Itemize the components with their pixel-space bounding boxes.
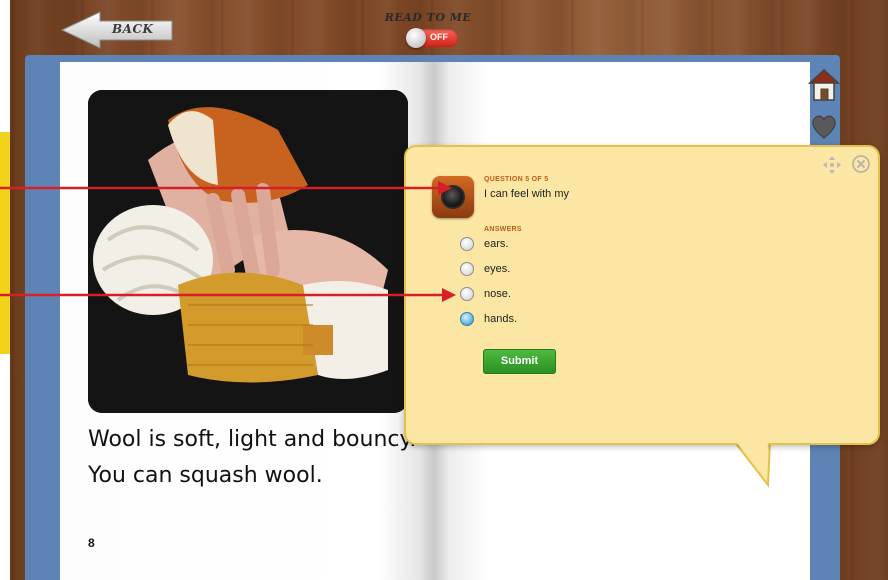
camera-icon bbox=[432, 176, 474, 218]
submit-button[interactable]: Submit bbox=[483, 349, 556, 374]
answer-label: ears. bbox=[484, 238, 509, 250]
answer-radio[interactable] bbox=[460, 262, 474, 276]
close-icon bbox=[852, 155, 870, 173]
answers-heading: ANSWERS bbox=[484, 226, 522, 233]
popup-pointer-fill bbox=[736, 441, 768, 480]
answer-radio-selected[interactable] bbox=[460, 312, 474, 326]
question-counter: QUESTION 5 OF 5 bbox=[484, 176, 549, 183]
answer-radio[interactable] bbox=[460, 237, 474, 251]
question-text: I can feel with my bbox=[484, 188, 569, 200]
camera-lens bbox=[441, 185, 465, 209]
answer-label: nose. bbox=[484, 288, 511, 300]
move-arrows-icon bbox=[823, 156, 841, 174]
answer-radio[interactable] bbox=[460, 287, 474, 301]
move-handle[interactable] bbox=[822, 155, 842, 175]
answer-label: hands. bbox=[484, 313, 518, 325]
answer-label: eyes. bbox=[484, 263, 511, 275]
close-button[interactable] bbox=[851, 154, 871, 174]
